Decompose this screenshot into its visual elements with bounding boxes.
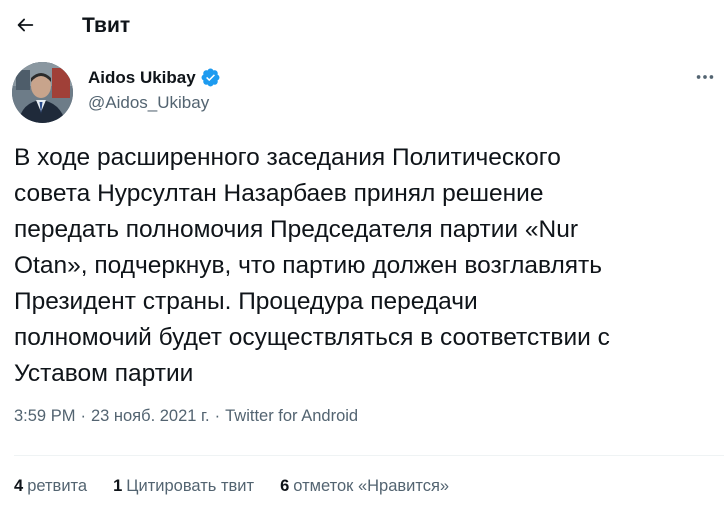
tweet-meta: 3:59 PM · 23 нояб. 2021 г. · Twitter for And… [14,407,358,426]
verified-badge-icon [200,67,221,88]
avatar[interactable] [12,62,73,123]
tweet-stats: 4 ретвита 1 Цитировать твит 6 отметок «Нрав… [14,477,475,496]
author-name-row: Aidos Ukibay [88,67,221,88]
header: Твит [0,0,724,54]
likes-stat[interactable]: 6 отметок «Нравится» [280,477,449,496]
retweets-label: ретвита [27,477,88,495]
divider [14,455,724,456]
tweet-date[interactable]: 23 нояб. 2021 г. [91,407,210,425]
retweets-stat[interactable]: 4 ретвита [14,477,87,496]
meta-separator: · [214,407,221,425]
likes-label: отметок «Нравится» [293,477,450,495]
retweets-count: 4 [14,477,24,495]
tweet-page: Твит Aidos Ukibay @Aidos_Ukibay В ходе р… [0,0,724,516]
tweet-text: В ходе расширенного заседания Политическ… [14,144,610,387]
page-title: Твит [82,14,131,37]
arrow-left-icon [14,14,36,41]
likes-count: 6 [280,477,290,495]
more-button[interactable] [690,64,720,94]
more-horizontal-icon [694,66,716,93]
quotes-label: Цитировать твит [126,477,255,495]
tweet-source[interactable]: Twitter for Android [225,407,358,425]
author-name[interactable]: Aidos Ukibay [88,68,196,88]
quotes-stat[interactable]: 1 Цитировать твит [113,477,254,496]
tweet-time[interactable]: 3:59 PM [14,407,75,425]
quotes-count: 1 [113,477,123,495]
author-handle[interactable]: @Aidos_Ukibay [88,93,209,113]
meta-separator: · [80,407,86,425]
back-button[interactable] [6,8,44,46]
